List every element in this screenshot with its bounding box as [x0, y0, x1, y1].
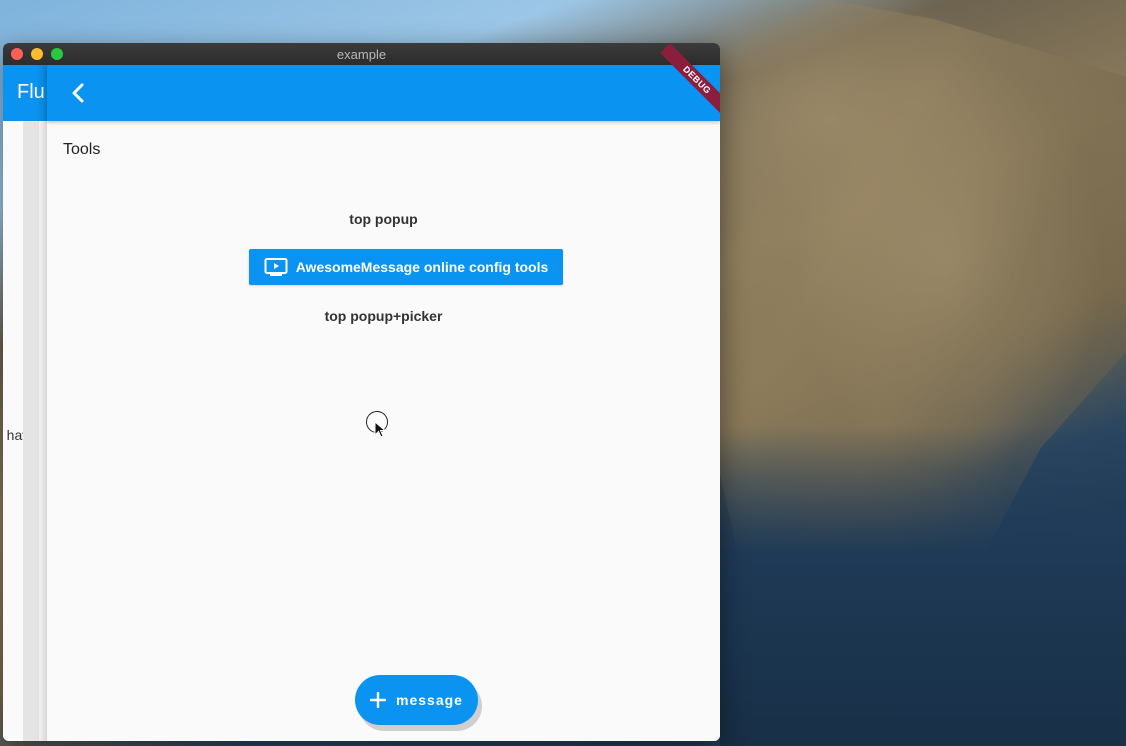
online-config-tools-button[interactable]: AwesomeMessage online config tools — [249, 249, 563, 285]
app-window: example Flu u have DEBUG Tools top popup — [3, 43, 720, 741]
appbar: DEBUG — [47, 43, 720, 121]
online-config-tools-label: AwesomeMessage online config tools — [295, 259, 549, 275]
message-fab-label: message — [396, 692, 463, 708]
window-title: example — [336, 47, 387, 62]
back-button[interactable] — [63, 77, 95, 109]
top-popup-picker-button[interactable]: top popup+picker — [47, 308, 720, 324]
tools-page: DEBUG Tools top popup AwesomeMessage onl… — [47, 43, 720, 741]
section-title: Tools — [63, 141, 101, 158]
window-titlebar[interactable]: example — [3, 43, 720, 66]
top-popup-button[interactable]: top popup — [47, 211, 720, 227]
message-fab[interactable]: message — [355, 675, 478, 725]
plus-icon — [370, 692, 387, 708]
chevron-left-icon — [72, 83, 84, 103]
wallpaper-sea — [720, 426, 1126, 746]
route-edge-shadow — [37, 65, 47, 741]
mouse-pointer-icon — [374, 421, 386, 438]
tv-play-icon — [264, 258, 288, 276]
